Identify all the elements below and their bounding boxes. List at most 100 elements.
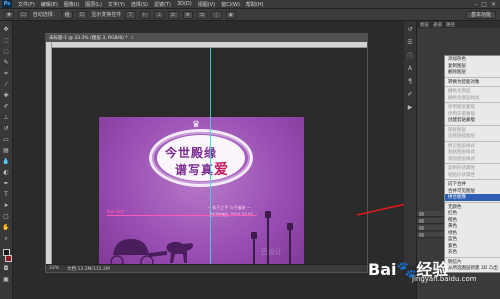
menu-item[interactable]: 图层(L) (82, 1, 105, 8)
history-icon[interactable]: ↺ (406, 25, 414, 33)
menu-item[interactable]: 3D(D) (174, 1, 195, 8)
menu-item[interactable]: 窗口(W) (218, 1, 243, 8)
zoom-level[interactable]: 33% (49, 266, 59, 271)
panel-tab[interactable]: 通道 (433, 22, 442, 28)
tagline: — 执子之手 与子偕老 — (207, 205, 251, 210)
canvas-area[interactable]: ♛ 今世殿缘 谱写真爱 — 执子之手 与子偕老 — 我们的婚礼 2016.10.… (52, 48, 367, 266)
layer-thumbnail (419, 212, 424, 216)
maximize-icon[interactable]: □ (481, 1, 487, 8)
context-menu-item[interactable]: 转换为智能对象 (445, 79, 500, 86)
panel-tabs: 图层 通道 路径 (417, 21, 500, 28)
context-menu-item[interactable]: 拼合图像 (445, 194, 500, 201)
layer-select-dropdown[interactable]: 组 (61, 10, 73, 19)
title-line-2: 谱写真爱 (175, 159, 229, 179)
title-love: 爱 (214, 162, 230, 178)
context-menu-item: 粘贴形状属性 (448, 172, 475, 178)
type-tool-icon[interactable]: T (2, 190, 11, 199)
menu-separator (445, 124, 500, 126)
quick-select-tool-icon[interactable]: ✎ (2, 58, 11, 67)
layer-thumbnail (419, 226, 424, 230)
background-color-swatch[interactable] (4, 255, 12, 262)
history-brush-tool-icon[interactable]: ↺ (2, 124, 11, 133)
panel-tab[interactable]: 路径 (446, 22, 455, 28)
align-top-button[interactable]: ⊤ (125, 10, 136, 19)
align-middle-button[interactable]: ⊢ (139, 10, 150, 19)
vertical-guide[interactable] (210, 48, 211, 266)
minimize-icon[interactable]: – (474, 1, 477, 8)
close-document-icon[interactable]: × (131, 36, 135, 41)
info-icon[interactable]: ⓘ (406, 51, 414, 60)
lamp-post-3 (253, 237, 255, 266)
context-menu-item[interactable]: 灰色 (445, 249, 500, 256)
gradient-tool-icon[interactable]: ▤ (2, 146, 11, 155)
menu-separator (445, 256, 500, 258)
hand-tool-icon[interactable]: ✋ (2, 223, 11, 232)
menu-item[interactable]: 图像(I) (61, 1, 82, 8)
context-menu-item[interactable]: 删除图层 (445, 69, 500, 76)
layer-row[interactable] (417, 218, 444, 224)
menu-item[interactable]: 编辑(E) (38, 1, 61, 8)
lasso-tool-icon[interactable]: ◌ (2, 47, 11, 56)
3d-mode-button[interactable]: ◈ (225, 10, 236, 19)
blur-tool-icon[interactable]: 💧 (2, 157, 11, 166)
context-menu-item: 栅格化图层样式 (448, 95, 480, 101)
menu-separator (445, 86, 500, 87)
window-controls: – □ ✕ (474, 1, 500, 8)
options-bar: ✥ ☐ 自动选择： 组 ☐ 显示变换控件 ⊤ ⊢ ⊥ ⊏ ≡ ⊐ ⋮ ◈ 基本功… (0, 9, 500, 21)
marquee-tool-icon[interactable]: ⬚ (2, 36, 11, 45)
context-menu-item[interactable]: 从所选图层新建 3D 凸出 (445, 265, 500, 272)
carriage-illustration (110, 239, 193, 266)
crop-tool-icon[interactable]: ⌗ (2, 69, 11, 78)
show-transform-checkbox[interactable]: ☐ (76, 10, 88, 19)
menu-item[interactable]: 滤镜(T) (151, 1, 174, 8)
tools-panel: ✥ ⬚ ◌ ✎ ⌗ ⁄ ✚ ✐ ⊥ ↺ ▭ ▤ 💧 ◐ ✒ T ➤ ▢ ✋ ⌕ … (0, 21, 13, 299)
actions-icon[interactable]: ▶ (406, 103, 414, 111)
eyedropper-tool-icon[interactable]: ⁄ (2, 80, 11, 89)
move-tool-preset-button[interactable]: ✥ (4, 10, 15, 19)
pen-tool-icon[interactable]: ✒ (2, 179, 11, 188)
paragraph-icon[interactable]: ¶ (406, 77, 414, 85)
document-tab[interactable]: 未标题-1 @ 33.3% (图层 3, RGB/8) * × (46, 34, 367, 42)
lamp-post-2 (289, 229, 291, 266)
align-left-button[interactable]: ⊏ (168, 10, 179, 19)
move-tool-icon[interactable]: ✥ (2, 25, 11, 34)
menu-item[interactable]: 视图(V) (195, 1, 218, 8)
zoom-tool-icon[interactable]: ⌕ (2, 234, 11, 243)
lamp-light-icon-2 (287, 223, 293, 230)
path-select-tool-icon[interactable]: ➤ (2, 201, 11, 210)
layer-row[interactable] (417, 211, 444, 217)
healing-brush-tool-icon[interactable]: ✚ (2, 91, 11, 100)
brush-tool-icon[interactable]: ✐ (2, 102, 11, 111)
auto-select-label: 自动选择： (32, 12, 58, 18)
character-icon[interactable]: A (406, 64, 414, 72)
clone-stamp-tool-icon[interactable]: ⊥ (2, 113, 11, 122)
layer-row[interactable] (417, 232, 444, 238)
menu-item[interactable]: 文件(F) (15, 1, 38, 8)
panel-tab[interactable]: 图层 (420, 22, 429, 28)
menu-items: 文件(F) 编辑(E) 图像(I) 图层(L) 文字(Y) 选择(S) 滤镜(T) 3D(D)… (15, 1, 267, 8)
eraser-tool-icon[interactable]: ▭ (2, 135, 11, 144)
shape-tool-icon[interactable]: ▢ (2, 212, 11, 221)
workspace-dropdown[interactable]: 基本功能 (465, 10, 496, 19)
context-menu-item[interactable]: 创建剪贴蒙版 (445, 117, 500, 124)
menu-separator (445, 163, 500, 164)
doc-size[interactable]: 文档:13.2M/115.2M (67, 266, 110, 272)
close-icon[interactable]: ✕ (491, 1, 496, 8)
align-right-button[interactable]: ⊐ (196, 10, 207, 19)
screen-mode-icon[interactable]: ▣ (2, 275, 11, 284)
align-center-button[interactable]: ≡ (182, 10, 193, 19)
auto-select-checkbox[interactable]: ☐ (18, 10, 29, 19)
properties-icon[interactable]: ☰ (406, 38, 414, 46)
align-bottom-button[interactable]: ⊥ (153, 10, 165, 19)
layer-thumbnail (419, 219, 424, 223)
menu-separator (445, 201, 500, 203)
menu-item[interactable]: 帮助(H) (243, 1, 267, 8)
distribute-button[interactable]: ⋮ (210, 10, 222, 19)
brush-preset-icon[interactable]: ✐ (406, 90, 414, 98)
dodge-tool-icon[interactable]: ◐ (2, 168, 11, 177)
layer-row[interactable] (417, 225, 444, 231)
crown-icon: ♛ (192, 120, 201, 130)
quick-mask-icon[interactable]: ◘ (2, 264, 11, 273)
menu-item[interactable]: 文字(Y) (105, 1, 128, 8)
menu-item[interactable]: 选择(S) (128, 1, 151, 8)
